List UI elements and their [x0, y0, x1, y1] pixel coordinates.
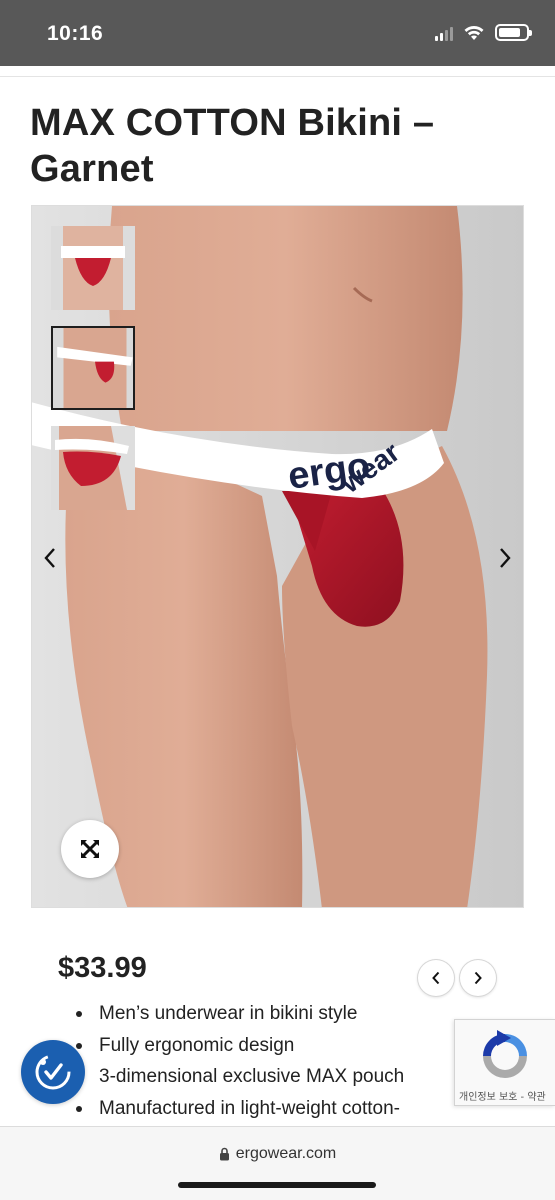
- lock-icon: [219, 1147, 229, 1161]
- feature-list: Men’s underwear in bikini style Fully er…: [74, 998, 404, 1124]
- feature-item: Fully ergonomic design: [74, 1030, 404, 1062]
- product-prev-button[interactable]: [418, 960, 454, 996]
- status-bar: 10:16: [0, 0, 555, 66]
- recaptcha-icon: [483, 1030, 527, 1078]
- product-price: $33.99: [58, 952, 147, 984]
- gallery-thumbnail-3[interactable]: [51, 426, 135, 510]
- wifi-icon: [464, 26, 484, 40]
- header-divider: [0, 76, 555, 77]
- chevron-left-icon: [432, 971, 440, 985]
- browser-address-bar[interactable]: ergowear.com: [0, 1126, 555, 1200]
- expand-icon: [81, 840, 99, 858]
- feature-item: Men’s underwear in bikini style: [74, 998, 404, 1030]
- gallery-thumbnail-2[interactable]: [51, 326, 135, 410]
- accessibility-button[interactable]: [21, 1040, 85, 1104]
- chevron-right-icon: [500, 548, 511, 568]
- feature-item: Manufactured in light-weight cotton-: [74, 1093, 404, 1125]
- chevron-right-icon: [474, 971, 482, 985]
- product-title: MAX COTTON Bikini – Garnet: [30, 100, 520, 192]
- battery-icon: [495, 24, 532, 41]
- recaptcha-text[interactable]: 개인정보 보호 - 약관: [459, 1088, 546, 1103]
- url-display[interactable]: ergowear.com: [0, 1145, 555, 1163]
- cellular-signal-icon: [435, 25, 453, 41]
- product-title-line2: Garnet: [30, 148, 154, 190]
- home-indicator[interactable]: [178, 1182, 376, 1188]
- url-text: ergowear.com: [235, 1145, 337, 1162]
- product-next-button[interactable]: [460, 960, 496, 996]
- product-main-image: ergo wear: [32, 206, 488, 907]
- gallery-prev-button[interactable]: [36, 541, 64, 575]
- recaptcha-badge[interactable]: 개인정보 보호 - 약관: [454, 1019, 555, 1106]
- status-time: 10:16: [47, 22, 104, 45]
- chevron-left-icon: [44, 548, 55, 568]
- gallery-next-button[interactable]: [491, 541, 519, 575]
- product-gallery[interactable]: ergo wear: [31, 205, 524, 908]
- feature-item: 3-dimensional exclusive MAX pouch: [74, 1061, 404, 1093]
- product-title-line1: MAX COTTON Bikini –: [30, 102, 435, 144]
- accessibility-icon: [35, 1054, 71, 1090]
- zoom-button[interactable]: [61, 820, 119, 878]
- gallery-thumbnail-1[interactable]: [51, 226, 135, 310]
- status-icons: [435, 24, 532, 41]
